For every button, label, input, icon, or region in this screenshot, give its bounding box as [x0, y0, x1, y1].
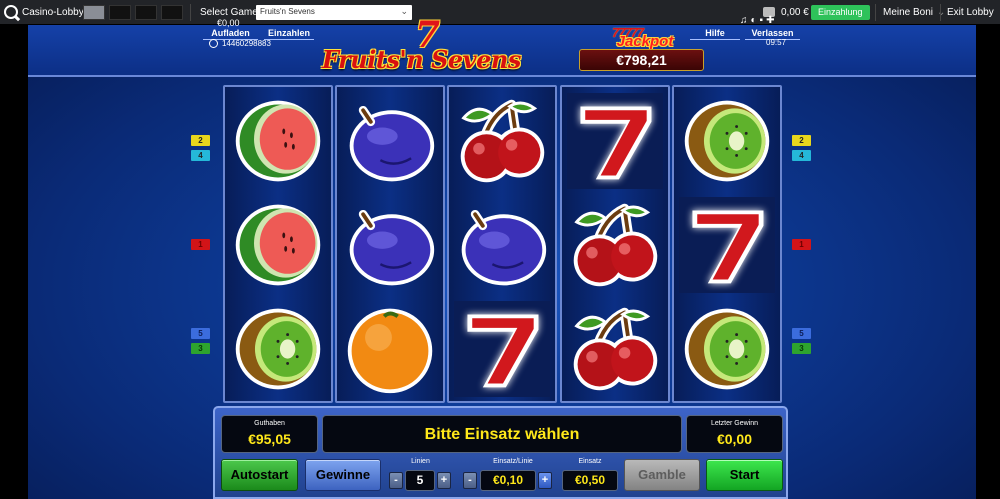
- plum-icon: [454, 197, 550, 293]
- bet-minus-button[interactable]: -: [463, 472, 477, 489]
- total-bet-label: Einsatz: [578, 458, 602, 465]
- watermelon-icon: [230, 93, 326, 189]
- cherry-icon: [567, 301, 663, 397]
- exit-lobby-link[interactable]: Exit Lobby: [947, 7, 994, 18]
- seven-icon: [454, 301, 550, 397]
- gamble-button[interactable]: Gamble: [624, 459, 700, 491]
- line-marker-right: 3: [792, 343, 811, 354]
- header-balance: €0,00: [217, 18, 240, 28]
- jackpot-title: Jackpot: [616, 33, 674, 50]
- orange-icon: [342, 301, 438, 397]
- left-border: [0, 25, 28, 499]
- casino-lobby-link[interactable]: Casino-Lobby: [22, 7, 84, 18]
- credit-label: Guthaben: [254, 420, 285, 427]
- line-marker-right: 5: [792, 328, 811, 339]
- casino-logo-icon[interactable]: [4, 5, 18, 19]
- credit-value: €95,05: [248, 431, 291, 447]
- game-select[interactable]: Fruits'n Sevens ⌄: [256, 5, 412, 20]
- bet-per-line-value: €0,10: [480, 470, 536, 491]
- bonus-menu[interactable]: Meine Boni ⌄: [883, 7, 945, 18]
- tab-deposit[interactable]: Einzahlen: [264, 27, 314, 40]
- header-icons: ♫ ◐ ▪ ✚: [740, 15, 774, 26]
- view-triple-button[interactable]: [135, 5, 157, 20]
- view-quad-button[interactable]: [161, 5, 183, 20]
- divider: [940, 4, 941, 21]
- line-marker-left: 3: [191, 343, 210, 354]
- reel-4: [560, 85, 670, 403]
- line-marker-left: 2: [191, 135, 210, 146]
- last-win-value: €0,00: [716, 431, 753, 447]
- reel-2: [335, 85, 445, 403]
- music-icon[interactable]: ♫: [740, 15, 748, 26]
- status-message: Bitte Einsatz wählen: [424, 426, 580, 443]
- lines-plus-button[interactable]: +: [437, 472, 451, 489]
- plum-icon: [342, 197, 438, 293]
- right-border: [976, 25, 1000, 499]
- chevron-down-icon: ⌄: [937, 7, 946, 18]
- bonus-label: Meine Boni: [883, 7, 934, 18]
- line-marker-left: 4: [191, 150, 210, 161]
- line-marker-right: 1: [792, 239, 811, 250]
- top-balance: 0,00 €: [781, 7, 809, 18]
- last-win-box: Letzter Gewinn €0,00: [686, 415, 783, 453]
- start-button[interactable]: Start: [706, 459, 783, 491]
- divider: [190, 4, 191, 21]
- last-win-label: Letzter Gewinn: [710, 420, 759, 427]
- reel-3: [447, 85, 557, 403]
- paytable-button[interactable]: Gewinne: [305, 459, 381, 491]
- lines-minus-button[interactable]: -: [389, 472, 403, 489]
- reel-1: [223, 85, 333, 403]
- kiwi-icon: [230, 301, 326, 397]
- line-marker-left: 5: [191, 328, 210, 339]
- deposit-button[interactable]: Einzahlung: [811, 5, 870, 20]
- tab-help[interactable]: Hilfe: [690, 27, 740, 40]
- game-logo: Fruits'n Sevens: [322, 45, 521, 74]
- lines-label: Linien: [411, 458, 430, 465]
- kiwi-icon: [679, 301, 775, 397]
- line-marker-right: 4: [792, 150, 811, 161]
- kiwi-icon: [679, 93, 775, 189]
- line-marker-right: 2: [792, 135, 811, 146]
- view-single-button[interactable]: [83, 5, 105, 20]
- reel-5: [672, 85, 782, 403]
- chevron-down-icon: ⌄: [400, 6, 408, 16]
- jackpot-value: €798,21: [579, 49, 704, 71]
- ticket-icon: [209, 39, 218, 48]
- top-bar: Casino-Lobby Select Game Fruits'n Sevens…: [0, 0, 1000, 25]
- settings-icon[interactable]: ✚: [766, 15, 774, 26]
- clock-time: 09:57: [766, 38, 787, 47]
- credit-box: Guthaben €95,05: [221, 415, 318, 453]
- cherry-icon: [454, 93, 550, 189]
- view-double-button[interactable]: [109, 5, 131, 20]
- bet-per-line-label: Einsatz/Linie: [493, 458, 533, 465]
- game-select-value: Fruits'n Sevens: [260, 7, 315, 16]
- message-box: Bitte Einsatz wählen: [322, 415, 682, 453]
- bet-plus-button[interactable]: +: [538, 472, 552, 489]
- seven-icon: [567, 93, 663, 189]
- autostart-button[interactable]: Autostart: [221, 459, 298, 491]
- seven-icon: [679, 197, 775, 293]
- watermelon-icon: [230, 197, 326, 293]
- line-marker-left: 1: [191, 239, 210, 250]
- lines-value: 5: [405, 470, 435, 491]
- total-bet-value: €0,50: [562, 470, 618, 491]
- cherry-icon: [567, 197, 663, 293]
- divider: [875, 4, 876, 21]
- plum-icon: [342, 93, 438, 189]
- sound-icon[interactable]: ◐: [751, 15, 757, 26]
- ticket-number: 14460298883: [222, 39, 271, 48]
- select-game-label: Select Game: [200, 7, 258, 18]
- fullscreen-icon[interactable]: ▪: [760, 15, 764, 26]
